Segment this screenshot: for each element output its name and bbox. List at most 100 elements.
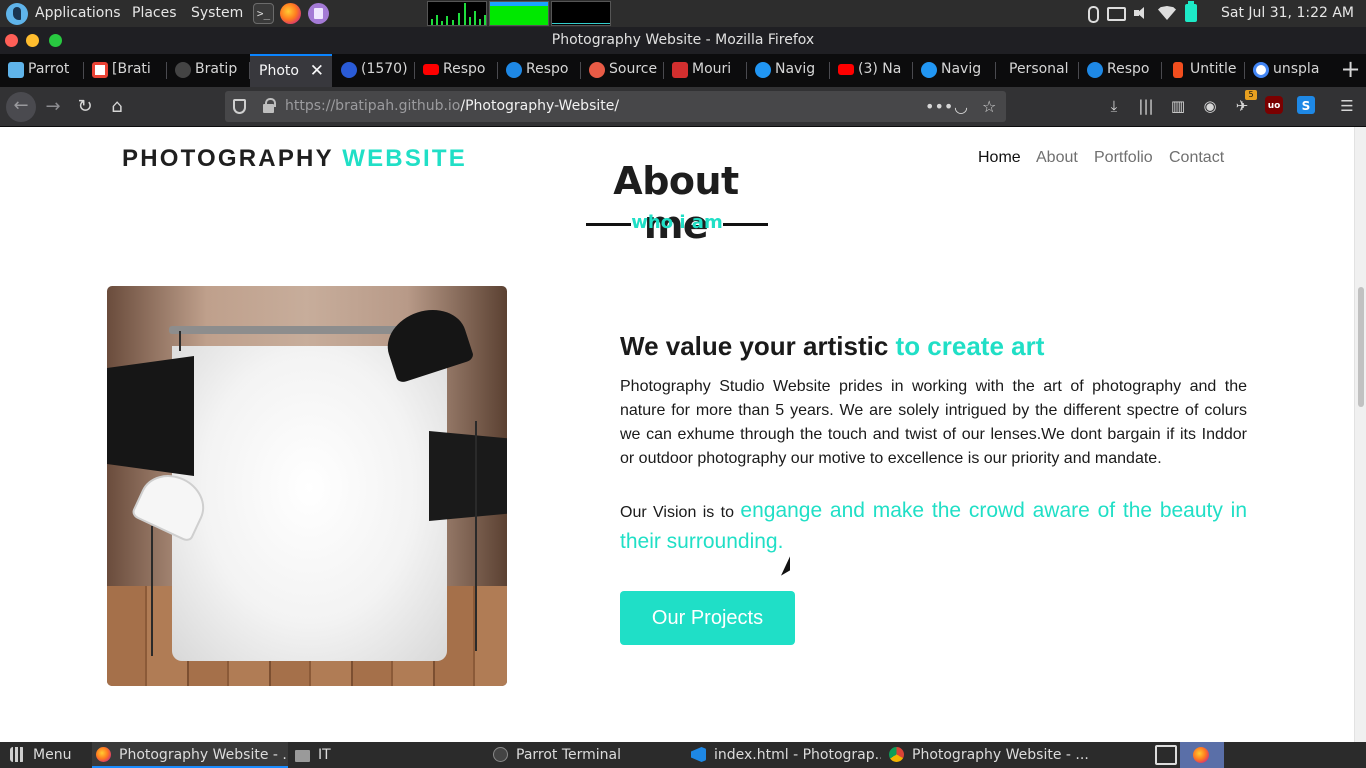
studio-photo [107, 286, 507, 686]
nav-portfolio[interactable]: Portfolio [1094, 149, 1153, 167]
back-button[interactable]: ← [6, 92, 36, 122]
reload-button[interactable]: ↻ [71, 93, 99, 121]
taskbar-item-chrome[interactable]: Photography Website - ... [889, 742, 1089, 768]
ublock-icon[interactable]: uo [1265, 96, 1283, 114]
patreon-icon [589, 62, 605, 78]
taskbar: Menu Photography Website - ... IT Parrot… [0, 742, 1366, 768]
s-extension-icon[interactable]: S [1297, 96, 1315, 114]
taskbar-menu-button[interactable]: Menu [10, 742, 90, 768]
taskbar-item-folder[interactable]: IT [295, 742, 475, 768]
taskbar-item-terminal[interactable]: Parrot Terminal [493, 742, 673, 768]
page-viewport: PHOTOGRAPHY WEBSITE Home About Portfolio… [0, 127, 1366, 742]
home-button[interactable]: ⌂ [103, 93, 131, 121]
bluetooth-icon[interactable] [1084, 5, 1100, 23]
library-icon[interactable]: ||| [1136, 96, 1156, 116]
tab-mouri[interactable]: Mouri [664, 54, 747, 87]
url-bar[interactable]: https://bratipah.github.io/Photography-W… [225, 91, 1006, 122]
volume-icon[interactable] [1133, 5, 1149, 21]
forward-button[interactable]: → [39, 93, 67, 121]
workspace-active-icon[interactable] [1180, 742, 1224, 768]
text-editor-icon[interactable] [308, 3, 329, 24]
pocket-icon[interactable]: ◡ [954, 91, 968, 122]
d-icon [672, 62, 688, 78]
system-menu[interactable]: System [191, 0, 243, 27]
lock-icon[interactable] [263, 98, 276, 113]
mouse-cursor-icon [781, 556, 790, 576]
codenewbie-icon [506, 62, 522, 78]
c-icon [755, 62, 771, 78]
close-tab-icon[interactable]: ✕ [310, 56, 324, 87]
firefox-icon[interactable] [280, 3, 301, 24]
about-heading: We value your artistic to create art [620, 331, 1045, 361]
tab-photography-website[interactable]: Photo ✕ [250, 54, 332, 87]
tab-navig-2[interactable]: Navig [913, 54, 996, 87]
nav-contact[interactable]: Contact [1169, 149, 1224, 167]
account-icon[interactable]: ◉ [1200, 96, 1220, 116]
vision-statement: Our Vision is to engange and make the cr… [620, 499, 1247, 553]
window-title: Photography Website - Mozilla Firefox [551, 32, 815, 48]
bookmark-star-icon[interactable]: ☆ [982, 91, 996, 122]
tracking-protection-icon[interactable] [233, 99, 246, 114]
tab-google[interactable]: unspla [1245, 54, 1330, 87]
tab-parrot[interactable]: Parrot [0, 54, 84, 87]
hamburger-menu-icon[interactable]: ☰ [1337, 96, 1357, 116]
tab-youtube-na[interactable]: (3) Na [830, 54, 913, 87]
tab-github[interactable]: Bratip [167, 54, 250, 87]
downloads-icon[interactable]: ⤓ [1104, 96, 1124, 116]
youtube-icon [838, 64, 854, 75]
parrot-icon [8, 62, 24, 78]
section-subtitle: who i am [586, 211, 768, 235]
taskbar-item-vscode[interactable]: index.html - Photograp... [691, 742, 881, 768]
taskbar-item-firefox[interactable]: Photography Website - ... [92, 742, 288, 768]
keyboard-icon[interactable] [1107, 7, 1126, 21]
chrome-icon [889, 747, 904, 762]
tab-strip: Parrot [Brati Bratip Photo ✕ (1570) Resp… [0, 54, 1366, 87]
places-menu[interactable]: Places [132, 0, 177, 27]
page-scrollbar[interactable] [1354, 127, 1366, 742]
menu-grid-icon [10, 747, 25, 762]
gmail-icon [92, 62, 108, 78]
terminal-icon[interactable]: >_ [253, 3, 274, 24]
system-panel: Applications Places System >_ Sat Jul 31… [0, 0, 1366, 27]
sidebar-icon[interactable]: ▥ [1168, 96, 1188, 116]
battery-icon[interactable] [1185, 1, 1197, 22]
youtube-icon [423, 64, 439, 75]
workspace-switcher-icon[interactable] [1155, 745, 1177, 765]
google-icon [1253, 62, 1269, 78]
window-minimize-button[interactable] [26, 34, 39, 47]
c-icon [921, 62, 937, 78]
tab-navig-1[interactable]: Navig [747, 54, 830, 87]
tab-youtube-respo[interactable]: Respo [415, 54, 498, 87]
nav-home[interactable]: Home [978, 149, 1021, 167]
firefox-icon [96, 747, 111, 762]
cpu-monitor[interactable] [427, 1, 487, 26]
page-actions-icon[interactable]: ••• [925, 91, 953, 122]
window-close-button[interactable] [5, 34, 18, 47]
tab-gmail[interactable]: [Brati [84, 54, 167, 87]
new-tab-button[interactable]: + [1335, 54, 1366, 87]
parrot-logo-icon[interactable] [6, 3, 28, 25]
nav-about[interactable]: About [1036, 149, 1078, 167]
scrollbar-thumb[interactable] [1358, 287, 1364, 407]
navigation-toolbar: ← → ↻ ⌂ https://bratipah.github.io/Photo… [0, 87, 1366, 127]
github-icon [175, 62, 191, 78]
memory-monitor[interactable] [489, 1, 549, 26]
clock[interactable]: Sat Jul 31, 1:22 AM [1221, 0, 1354, 27]
tab-codenewbie-respo-2[interactable]: Respo [1079, 54, 1162, 87]
our-projects-button[interactable]: Our Projects [620, 591, 795, 645]
tab-codenewbie-respo[interactable]: Respo [498, 54, 581, 87]
tab-figma[interactable]: Untitle [1162, 54, 1245, 87]
url-text[interactable]: https://bratipah.github.io/Photography-W… [285, 91, 619, 122]
wifi-icon[interactable] [1158, 6, 1176, 20]
network-monitor[interactable] [551, 1, 611, 26]
tab-personal[interactable]: Personal [996, 54, 1079, 87]
site-brand[interactable]: PHOTOGRAPHY WEBSITE [122, 145, 467, 173]
extension-badge: 5 [1245, 90, 1257, 100]
window-maximize-button[interactable] [49, 34, 62, 47]
tab-source[interactable]: Source [581, 54, 664, 87]
figma-icon [1173, 62, 1183, 78]
folder-icon [295, 750, 310, 762]
applications-menu[interactable]: Applications [35, 0, 121, 27]
tab-1570[interactable]: (1570) [333, 54, 415, 87]
terminal-icon [493, 747, 508, 762]
